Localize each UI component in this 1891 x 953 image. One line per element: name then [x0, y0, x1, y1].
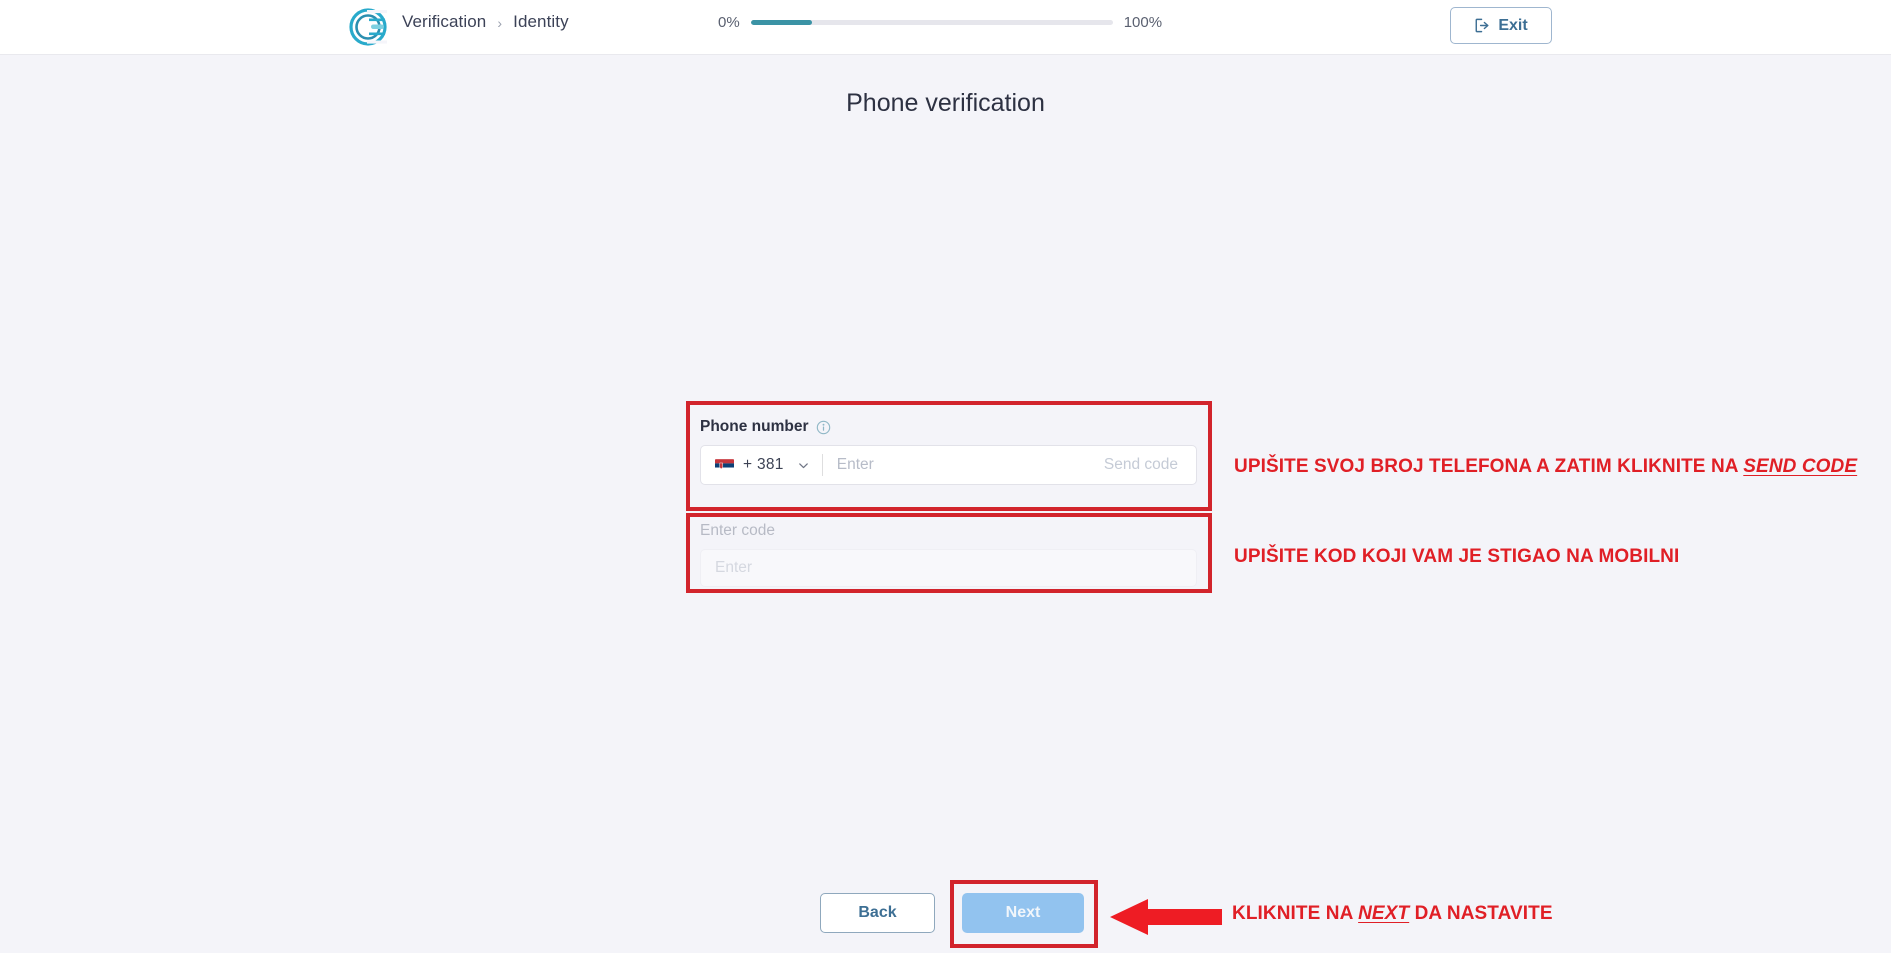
country-dial-code: + 381 — [743, 456, 784, 473]
annotation-code-instruction: UPIŠITE KOD KOJI VAM JE STIGAO NA MOBILN… — [1234, 546, 1680, 567]
back-button[interactable]: Back — [820, 893, 935, 933]
brand-logo-icon — [347, 6, 389, 48]
annotation-phone-emphasis: SEND CODE — [1743, 456, 1858, 477]
enter-code-label: Enter code — [700, 522, 775, 539]
page-title: Phone verification — [846, 89, 1045, 117]
exit-button-label: Exit — [1498, 16, 1528, 34]
info-circle-icon[interactable] — [816, 420, 831, 435]
progress-fill — [750, 20, 813, 25]
breadcrumb-separator-icon: › — [497, 15, 503, 31]
verification-code-input[interactable] — [701, 550, 1196, 586]
code-input-shell — [700, 549, 1197, 587]
serbia-flag-icon — [715, 458, 734, 472]
send-code-button[interactable]: Send code — [1096, 456, 1196, 474]
app-header: Verification › Identity 0% 100% Exit — [0, 0, 1891, 55]
annotation-phone-prefix: UPIŠITE SVOJ BROJ TELEFONA A ZATIM KLIKN… — [1234, 456, 1744, 477]
breadcrumb-item-identity[interactable]: Identity — [513, 12, 569, 32]
exit-button[interactable]: Exit — [1450, 7, 1552, 44]
breadcrumb: Verification › Identity — [402, 12, 569, 32]
phone-number-field-group: Phone number + 381 Enter Send code — [700, 418, 1197, 485]
annotation-next-prefix: KLIKNITE NA — [1232, 903, 1359, 924]
annotation-phone-instruction: UPIŠITE SVOJ BROJ TELEFONA A ZATIM KLIKN… — [1234, 456, 1857, 478]
phone-input-shell: + 381 Send code — [700, 445, 1197, 485]
progress-max-label: 100% — [1123, 14, 1163, 31]
left-arrow-icon — [1110, 898, 1222, 936]
country-code-select[interactable]: + 381 — [701, 446, 822, 484]
phone-number-label: Phone number — [700, 418, 1197, 436]
progress-indicator: 0% 100% — [718, 14, 1162, 31]
progress-track — [750, 20, 1113, 25]
verification-code-field-group: Enter code — [700, 522, 1197, 587]
progress-min-label: 0% — [718, 14, 740, 31]
exit-arrow-icon — [1474, 17, 1491, 34]
next-button[interactable]: Next — [962, 893, 1084, 933]
breadcrumb-item-verification[interactable]: Verification — [402, 12, 486, 32]
chevron-down-icon — [793, 459, 810, 472]
phone-number-input[interactable] — [822, 446, 1096, 484]
annotation-next-suffix: DA NASTAVITE — [1409, 903, 1553, 924]
annotation-next-emphasis: NEXT — [1358, 903, 1410, 924]
annotation-next-instruction: KLIKNITE NA NEXT DA NASTAVITE — [1232, 903, 1553, 925]
phone-number-label-text: Phone number — [700, 418, 809, 435]
